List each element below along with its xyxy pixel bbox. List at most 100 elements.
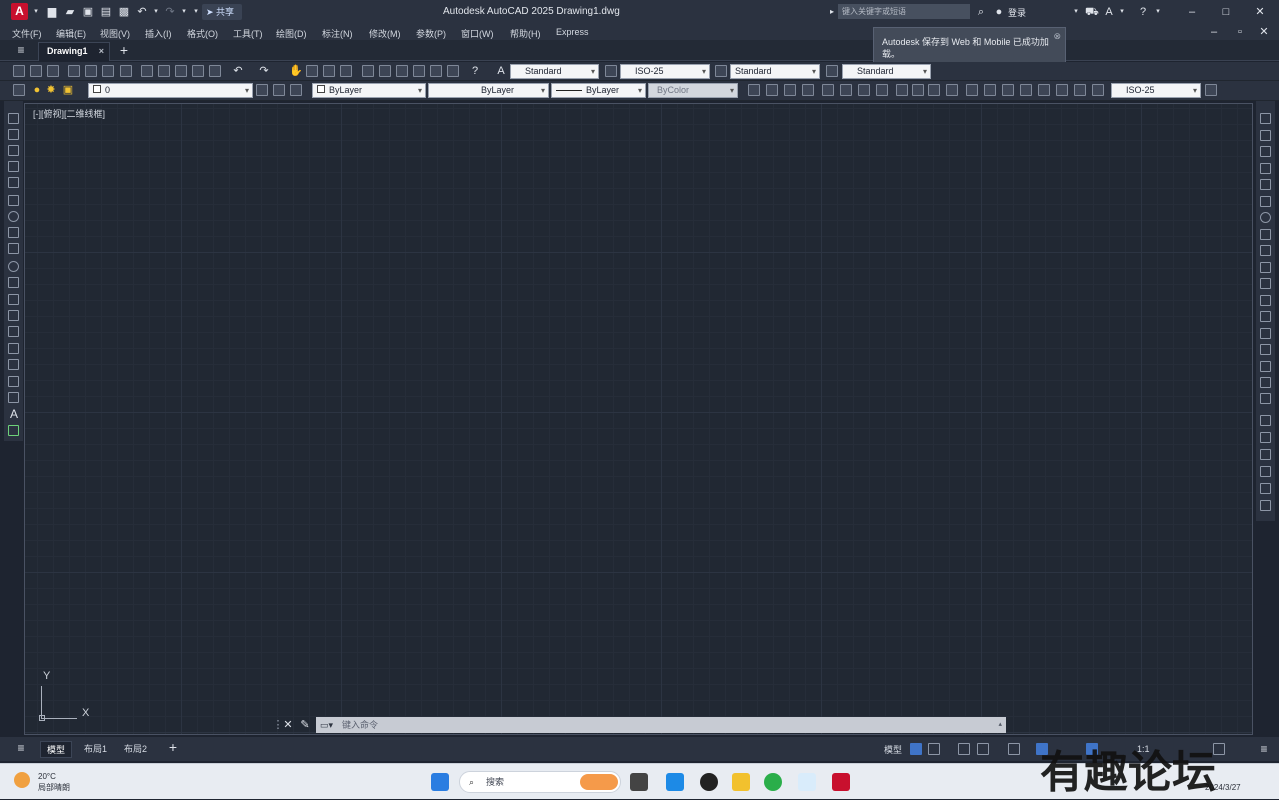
isometric-drafting-icon[interactable] — [1008, 743, 1020, 755]
chevron-down-icon[interactable]: ▾ — [1116, 6, 1128, 18]
drawing-canvas[interactable]: [-][俯视][二维线框] Y X — [24, 103, 1253, 735]
maximize-icon[interactable]: □ — [1218, 4, 1234, 20]
cut-icon[interactable] — [141, 65, 153, 77]
restore-icon[interactable]: ▫ — [1234, 26, 1246, 38]
spline-icon[interactable] — [8, 243, 19, 254]
file-explorer-icon[interactable] — [732, 773, 750, 791]
offset-icon[interactable] — [1260, 163, 1271, 174]
menu-help[interactable]: 帮助(H) — [510, 27, 541, 40]
ordinate-dim-icon[interactable] — [802, 84, 814, 96]
open-folder-icon[interactable]: ▰ — [64, 6, 76, 18]
dim-update-icon[interactable] — [1092, 84, 1104, 96]
revision-cloud-icon[interactable] — [8, 227, 19, 238]
plot-icon[interactable] — [68, 65, 80, 77]
markup-icon[interactable] — [430, 65, 442, 77]
polar-tracking-icon[interactable] — [977, 743, 989, 755]
join-icon[interactable] — [1260, 328, 1271, 339]
lightbulb-icon[interactable]: ● — [31, 84, 43, 96]
rectangle-icon[interactable] — [8, 177, 19, 188]
new-file-icon[interactable]: ▆ — [46, 6, 58, 18]
minimize-icon[interactable]: – — [1208, 26, 1220, 38]
command-prompt-icon[interactable]: ▭▾ — [320, 717, 333, 733]
calculator-icon[interactable] — [447, 65, 459, 77]
undo-icon[interactable]: ↶ — [232, 65, 244, 77]
publish-icon[interactable] — [102, 65, 114, 77]
menu-insert[interactable]: 插入(I) — [145, 27, 172, 40]
sheet-set-icon[interactable] — [413, 65, 425, 77]
ortho-mode-icon[interactable] — [958, 743, 970, 755]
line-icon[interactable] — [8, 113, 19, 124]
qnew-icon[interactable] — [13, 65, 25, 77]
angular-dim-icon[interactable] — [876, 84, 888, 96]
chamfer-icon[interactable] — [1260, 344, 1271, 355]
save-as-icon[interactable]: ▤ — [100, 6, 112, 18]
redo-icon[interactable]: ↷ — [164, 6, 176, 18]
wrench-icon[interactable]: ✎ — [299, 719, 311, 731]
baseline-dim-icon[interactable] — [912, 84, 924, 96]
menu-express[interactable]: Express — [556, 27, 589, 37]
chevron-down-icon[interactable]: ▾ — [178, 6, 190, 18]
insert-block-icon[interactable] — [8, 294, 19, 305]
customize-qa-icon[interactable]: ▾ — [190, 6, 202, 18]
plot-preview-icon[interactable] — [85, 65, 97, 77]
tab-model[interactable]: 模型 — [40, 741, 73, 758]
bring-above-icon[interactable] — [1260, 449, 1271, 460]
tool-palettes-icon[interactable] — [396, 65, 408, 77]
menu-format[interactable]: 格式(O) — [187, 27, 218, 40]
layer-select[interactable]: 0 ▾ — [88, 83, 253, 98]
save-icon[interactable]: ▣ — [82, 6, 94, 18]
bring-to-front-icon[interactable] — [1260, 415, 1271, 426]
hatch-icon[interactable] — [8, 343, 19, 354]
app-cloud-icon[interactable] — [798, 773, 816, 791]
linetype-select[interactable]: ByLayer ▾ — [428, 83, 549, 98]
lineweight-select[interactable]: ByLayer ▾ — [551, 83, 646, 98]
weather-icon[interactable] — [14, 772, 30, 788]
text-to-front-icon[interactable] — [1260, 483, 1271, 494]
app-menu-button[interactable]: A — [11, 3, 28, 20]
arc-length-dim-icon[interactable] — [784, 84, 796, 96]
zoom-realtime-icon[interactable] — [306, 65, 318, 77]
scale-icon[interactable] — [1260, 229, 1271, 240]
linear-dim-icon[interactable] — [748, 84, 760, 96]
app-wechat-icon[interactable] — [764, 773, 782, 791]
center-mark-icon[interactable] — [1002, 84, 1014, 96]
menu-file[interactable]: 文件(F) — [12, 27, 42, 40]
dim-edit-icon[interactable] — [1056, 84, 1068, 96]
cart-icon[interactable]: ⛟ — [1085, 6, 1099, 18]
rotate-icon[interactable] — [1260, 212, 1271, 223]
redo-icon[interactable]: ↷ — [258, 65, 270, 77]
tab-drawing1[interactable]: Drawing1 × — [38, 42, 110, 61]
menu-tools[interactable]: 工具(T) — [233, 27, 263, 40]
circle-icon[interactable] — [8, 211, 19, 222]
3d-dwf-icon[interactable] — [120, 65, 132, 77]
menu-edit[interactable]: 编辑(E) — [56, 27, 86, 40]
aligned-dim-icon[interactable] — [766, 84, 778, 96]
autodesk-a360-icon[interactable]: A — [1103, 6, 1115, 18]
minimize-icon[interactable]: – — [1184, 4, 1200, 20]
snap-mode-icon[interactable] — [928, 743, 940, 755]
grid-display-icon[interactable] — [910, 743, 922, 755]
trim-icon[interactable] — [1260, 262, 1271, 273]
stretch-icon[interactable] — [1260, 245, 1271, 256]
zoom-previous-icon[interactable] — [340, 65, 352, 77]
radius-dim-icon[interactable] — [822, 84, 834, 96]
ellipse-arc-icon[interactable] — [8, 277, 19, 288]
zoom-window-icon[interactable] — [323, 65, 335, 77]
menu-dimension[interactable]: 标注(N) — [322, 27, 353, 40]
share-button[interactable]: ➤ 共享 — [202, 4, 242, 20]
construction-line-icon[interactable] — [8, 129, 19, 140]
tab-layout2[interactable]: 布局2 — [124, 742, 147, 755]
make-current-layer-icon[interactable] — [256, 84, 268, 96]
new-tab-plus-icon[interactable]: + — [118, 43, 130, 57]
jogged-dim-icon[interactable] — [840, 84, 852, 96]
undo-icon[interactable]: ↶ — [136, 6, 148, 18]
open-icon[interactable] — [30, 65, 42, 77]
menu-window[interactable]: 窗口(W) — [461, 27, 494, 40]
polygon-icon[interactable] — [8, 161, 19, 172]
command-input[interactable]: ▭▾ 键入命令 ▴ — [316, 717, 1006, 733]
paste-icon[interactable] — [175, 65, 187, 77]
menu-draw[interactable]: 绘图(D) — [276, 27, 307, 40]
search-icon[interactable]: ⌕ — [975, 6, 987, 18]
extend-icon[interactable] — [1260, 278, 1271, 289]
sun-icon[interactable]: ✸ — [45, 84, 57, 96]
